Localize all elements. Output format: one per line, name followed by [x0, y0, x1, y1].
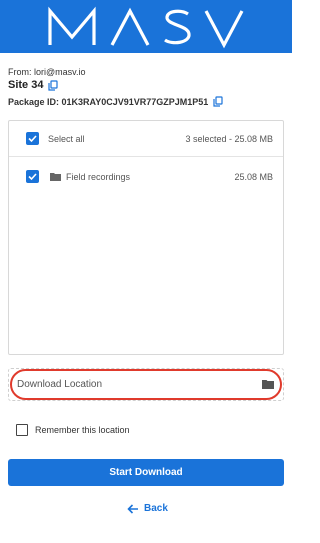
- back-label: Back: [144, 503, 168, 514]
- download-location-placeholder: Download Location: [17, 379, 103, 390]
- package-id: Package ID: 01K3RAY0CJV91VR77GZPJM1P51: [8, 96, 209, 107]
- file-checkbox[interactable]: [26, 170, 39, 183]
- file-list-panel: Select all 3 selected - 25.08 MB Field r…: [8, 120, 284, 355]
- package-id-row: Package ID: 01K3RAY0CJV91VR77GZPJM1P51: [8, 96, 223, 107]
- app-header: [0, 0, 292, 53]
- folder-icon[interactable]: [262, 379, 274, 389]
- copy-icon[interactable]: [48, 79, 59, 91]
- package-title: Site 34: [8, 79, 44, 91]
- file-size: 25.08 MB: [234, 172, 273, 182]
- selection-summary: 3 selected - 25.08 MB: [185, 134, 273, 144]
- package-title-row: Site 34: [8, 79, 59, 91]
- copy-icon[interactable]: [213, 96, 223, 107]
- remember-location-label: Remember this location: [35, 425, 130, 435]
- folder-icon: [50, 173, 61, 181]
- arrow-left-icon: [127, 503, 138, 514]
- back-link[interactable]: Back: [127, 503, 168, 514]
- remember-location-checkbox[interactable]: [16, 424, 28, 436]
- masv-logo: [48, 6, 244, 49]
- select-all-label: Select all: [48, 134, 85, 144]
- select-all-row: Select all 3 selected - 25.08 MB: [9, 121, 283, 157]
- sender-email: From: lori@masv.io: [8, 67, 86, 77]
- select-all-checkbox[interactable]: [26, 132, 39, 145]
- file-name: Field recordings: [66, 172, 131, 182]
- file-list-item[interactable]: Field recordings 25.08 MB: [9, 166, 283, 188]
- start-download-button[interactable]: Start Download: [8, 459, 284, 486]
